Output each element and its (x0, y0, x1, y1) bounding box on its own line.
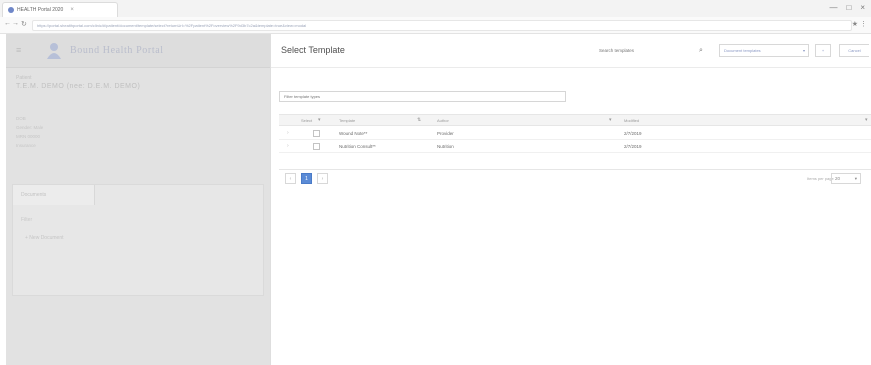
search-input[interactable] (599, 45, 699, 56)
tab-title: HEALTH Portal 2020 (17, 7, 64, 13)
portal-title: Bound Health Portal (70, 45, 164, 56)
col-template[interactable]: Template (339, 118, 355, 123)
url-field[interactable]: https://portal.shealthportal.com/clinic/… (32, 20, 852, 31)
patient-name: T.E.M. DEMO (nee: D.E.M. DEMO) (16, 83, 141, 90)
table-row[interactable]: › Wound Note** Provider 2/7/2019 (279, 127, 871, 140)
search-icon[interactable]: ⌕ (699, 47, 703, 55)
filter-icon[interactable]: ▾ (318, 117, 321, 123)
cancel-button[interactable]: Cancel (839, 44, 869, 57)
close-window-icon[interactable]: × (860, 3, 865, 12)
template-type-select[interactable]: Document templates ▾ (719, 44, 809, 57)
app-background: ≡ Bound Health Portal Patient T.E.M. DEM… (6, 34, 270, 365)
maximize-icon[interactable]: □ (846, 3, 851, 12)
filter-icon[interactable]: ▾ (609, 117, 612, 123)
browser-tabbar: HEALTH Portal 2020 × — □ × (0, 0, 871, 17)
grid-header: Select ▾ Template ⇅ Author ▾ Modified ▾ (279, 114, 871, 126)
page-size-value: 20 (835, 176, 841, 181)
cell-template: Nutrition Consult** (339, 144, 376, 149)
back-icon[interactable]: ← (4, 20, 11, 27)
portal-logo-icon (47, 43, 61, 59)
table-row[interactable]: › Nutrition Consult** Nutrition 2/7/2019 (279, 140, 871, 153)
cell-modified: 2/7/2019 (624, 144, 642, 149)
app-header: ≡ Bound Health Portal (6, 34, 270, 68)
tab-close-icon[interactable]: × (70, 7, 74, 13)
template-search: ⌕ (599, 44, 709, 57)
row-checkbox[interactable] (313, 143, 320, 150)
window-controls: — □ × (829, 3, 865, 12)
tab-documents[interactable]: Documents (13, 185, 95, 205)
add-button[interactable]: + (815, 44, 831, 57)
cell-template: Wound Note** (339, 131, 368, 136)
page-size-select[interactable]: 20 ▾ (831, 173, 861, 184)
row-checkbox[interactable] (313, 130, 320, 137)
next-page-button[interactable]: › (317, 173, 328, 184)
new-document-link[interactable]: + New Document (25, 235, 64, 241)
sort-icon[interactable]: ⇅ (417, 117, 421, 123)
address-bar: ← → ↻ https://portal.shealthportal.com/c… (0, 17, 871, 34)
forward-icon[interactable]: → (12, 20, 19, 27)
pager: ‹ 1 › Items per page 20 ▾ (279, 169, 871, 187)
filter-icon[interactable]: ▾ (865, 117, 868, 123)
page-size-label: Items per page (807, 176, 834, 181)
cell-author: Nutrition (437, 144, 454, 149)
chevron-down-icon: ▾ (854, 175, 857, 181)
select-value: Document templates (724, 48, 761, 53)
col-modified[interactable]: Modified (624, 118, 639, 123)
cell-modified: 2/7/2019 (624, 131, 642, 136)
info-line: DOB (16, 116, 26, 121)
info-line: Gender: Male (16, 125, 44, 130)
select-template-modal: Select Template ⌕ Document templates ▾ +… (270, 34, 871, 365)
prev-page-button[interactable]: ‹ (285, 173, 296, 184)
expand-icon[interactable]: › (287, 143, 289, 149)
chevron-down-icon: ▾ (802, 48, 805, 53)
col-author[interactable]: Author (437, 118, 449, 123)
col-select[interactable]: Select (301, 118, 312, 123)
url-text: https://portal.shealthportal.com/clinic/… (37, 23, 307, 28)
panel-filter-label: Filter (21, 217, 33, 223)
filter-input[interactable] (279, 91, 566, 102)
modal-header: Select Template ⌕ Document templates ▾ +… (271, 34, 871, 68)
favicon-icon (8, 7, 14, 13)
page-button[interactable]: 1 (301, 173, 312, 184)
menu-icon[interactable]: ≡ (16, 45, 21, 55)
modal-title: Select Template (281, 45, 345, 55)
info-line: Insurance (16, 143, 36, 148)
expand-icon[interactable]: › (287, 130, 289, 136)
reload-icon[interactable]: ↻ (21, 20, 27, 28)
documents-panel: Documents Filter + New Document (12, 184, 264, 296)
cell-author: Provider (437, 131, 454, 136)
minimize-icon[interactable]: — (829, 3, 837, 12)
patient-label: Patient (16, 75, 32, 81)
patient-info: DOB Gender: Male MRN 00000 Insurance (16, 114, 43, 150)
browser-tab[interactable]: HEALTH Portal 2020 × (2, 2, 118, 17)
info-line: MRN 00000 (16, 134, 41, 139)
extensions-icon[interactable]: ★ ⋮ (852, 20, 867, 28)
